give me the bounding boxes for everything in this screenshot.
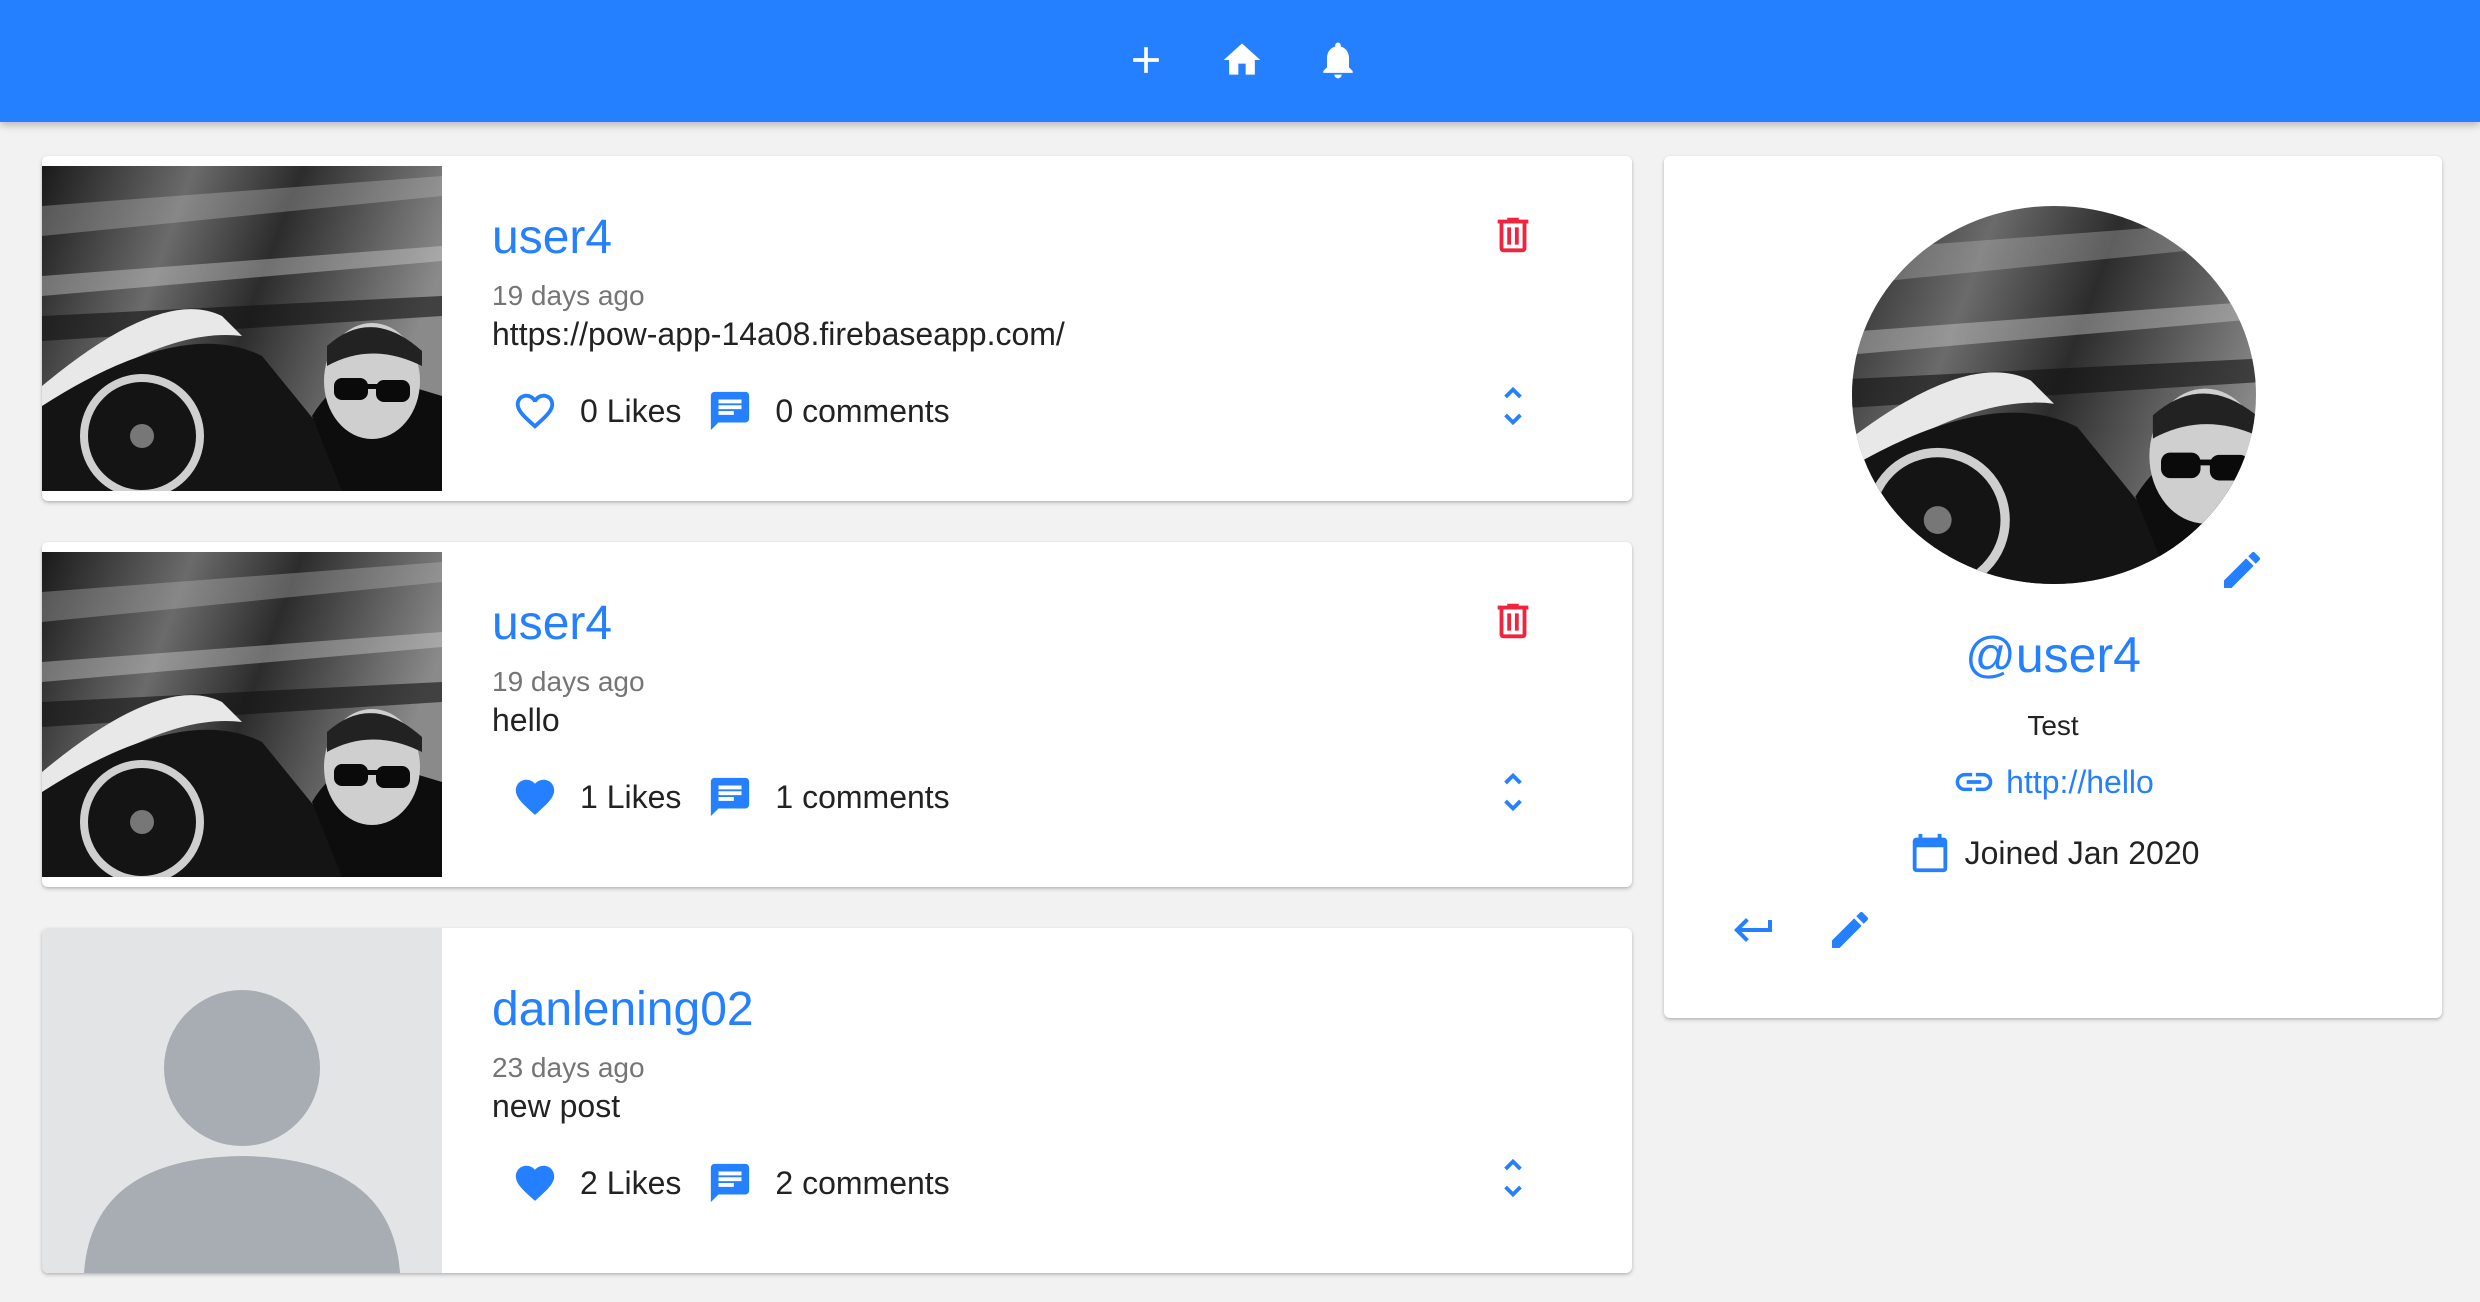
add-post-button[interactable] <box>1116 30 1176 90</box>
like-button[interactable] <box>512 388 558 434</box>
add-icon <box>1133 47 1159 73</box>
post-body: https://pow-app-14a08.firebaseapp.com/ <box>492 316 1065 352</box>
notifications-icon <box>1323 42 1353 79</box>
expand-post-button[interactable] <box>1490 764 1536 820</box>
comments-button[interactable] <box>707 774 753 820</box>
profile-avatar <box>1852 206 2256 584</box>
post-actions: 1 Likes 1 comments <box>512 767 976 827</box>
heart-outline-icon <box>515 393 555 429</box>
likes-count: 1 Likes <box>580 778 682 815</box>
heart-filled-icon <box>515 1165 555 1201</box>
profile-card: @user4 Test http://hello Joined Jan 2020 <box>1664 156 2442 1018</box>
post-image <box>42 166 442 491</box>
return-arrow-icon <box>1734 918 1772 942</box>
home-button[interactable] <box>1212 30 1272 90</box>
likes-count: 2 Likes <box>580 1164 682 1201</box>
delete-post-button[interactable] <box>1490 212 1536 258</box>
comments-count: 2 comments <box>775 1164 950 1201</box>
post-timestamp: 19 days ago <box>492 280 645 311</box>
post-timestamp: 19 days ago <box>492 666 645 697</box>
profile-website: http://hello <box>1664 760 2442 804</box>
comment-icon <box>711 1163 750 1203</box>
trash-icon <box>1497 603 1529 639</box>
driver-photo <box>42 166 442 491</box>
post-card: user4 19 days ago https://pow-app-14a08.… <box>42 156 1632 501</box>
post-timestamp: 23 days ago <box>492 1052 645 1083</box>
post-username[interactable]: user4 <box>492 210 612 265</box>
profile-joined: Joined Jan 2020 <box>1664 830 2442 876</box>
joined-date: Joined Jan 2020 <box>1964 834 2200 871</box>
like-button[interactable] <box>512 1160 558 1206</box>
expand-post-button[interactable] <box>1490 378 1536 434</box>
edit-profile-button[interactable] <box>1826 906 1874 954</box>
default-avatar-icon <box>84 990 400 1273</box>
post-image <box>42 928 442 1273</box>
comments-button[interactable] <box>707 1160 753 1206</box>
link-icon <box>1955 772 1993 792</box>
calendar-icon <box>1912 833 1947 873</box>
post-card: user4 19 days ago hello 1 Likes 1 commen… <box>42 542 1632 887</box>
post-image <box>42 552 442 877</box>
driver-photo <box>1852 206 2256 584</box>
unfold-more-icon <box>1504 386 1522 426</box>
comments-count: 0 comments <box>775 392 950 429</box>
comment-icon <box>711 777 750 817</box>
like-button[interactable] <box>512 774 558 820</box>
unfold-more-icon <box>1504 772 1522 812</box>
logout-button[interactable] <box>1730 906 1778 954</box>
likes-count: 0 Likes <box>580 392 682 429</box>
top-app-bar <box>0 0 2480 122</box>
unfold-more-icon <box>1504 1158 1522 1198</box>
comments-button[interactable] <box>707 388 753 434</box>
home-icon <box>1223 43 1261 75</box>
post-username[interactable]: user4 <box>492 596 612 651</box>
expand-post-button[interactable] <box>1490 1150 1536 1206</box>
comments-count: 1 comments <box>775 778 950 815</box>
notifications-button[interactable] <box>1308 30 1368 90</box>
driver-photo <box>42 552 442 877</box>
post-card: danlening02 23 days ago new post 2 Likes… <box>42 928 1632 1273</box>
profile-bio: Test <box>2027 710 2079 741</box>
profile-handle[interactable]: @user4 <box>1664 626 2442 684</box>
post-body: hello <box>492 702 560 738</box>
heart-filled-icon <box>515 779 555 815</box>
trash-icon <box>1497 217 1529 253</box>
pencil-icon <box>2224 551 2261 588</box>
edit-avatar-button[interactable] <box>2218 546 2266 594</box>
post-username[interactable]: danlening02 <box>492 982 754 1037</box>
website-link[interactable]: http://hello <box>2006 764 2154 801</box>
post-body: new post <box>492 1088 621 1124</box>
delete-post-button[interactable] <box>1490 598 1536 644</box>
post-actions: 0 Likes 0 comments <box>512 381 976 441</box>
comment-icon <box>711 391 750 431</box>
pencil-icon <box>1832 911 1869 948</box>
post-actions: 2 Likes 2 comments <box>512 1153 976 1213</box>
